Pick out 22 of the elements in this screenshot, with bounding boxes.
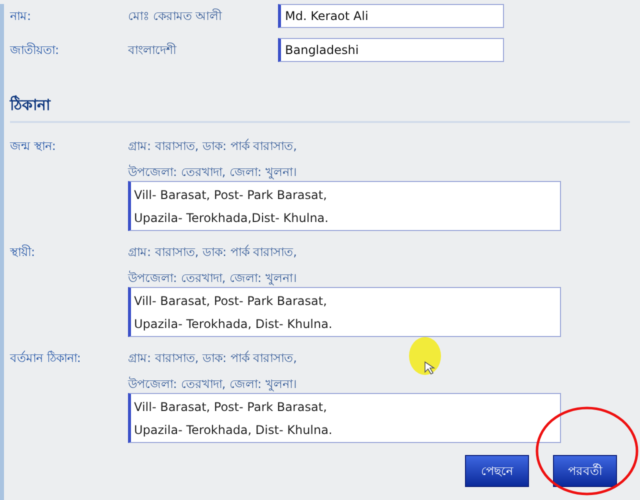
field-label: বর্তমান ঠিকানা: <box>10 350 82 366</box>
back-button[interactable]: পেছনে <box>465 454 529 486</box>
section-heading: ঠিকানা <box>10 96 50 114</box>
field-label: জাতীয়তা: <box>10 42 60 59</box>
field-label: জন্ম স্থান: <box>10 138 57 154</box>
address-line-bengali: গ্রাম: বারাসাত, ডাক: পার্ক বারাসাত, <box>128 138 298 154</box>
address-line-bengali: গ্রাম: বারাসাত, ডাক: পার্ক বারাসাত, <box>128 244 298 260</box>
address-line-bengali: উপজেলা: তেরখাদা, জেলা: খুলনা। <box>128 164 298 180</box>
next-button[interactable]: পরবর্তী <box>553 454 617 486</box>
address-field[interactable]: Vill- Barasat, Post- Park Barasat, Upazila- Terokhada, Dist- Khulna. <box>128 286 561 336</box>
cursor-highlight-drawing <box>409 337 441 375</box>
field-value-bengali: মোঃ কেরামত আলী <box>128 8 224 25</box>
text-field[interactable]: Bangladeshi <box>278 38 504 62</box>
field-label: নাম: <box>10 8 32 25</box>
address-field[interactable]: Vill- Barasat, Post- Park Barasat, Upazila- Terokhada,Dist- Khulna. <box>128 180 561 230</box>
field-label: স্থায়ী: <box>10 244 36 260</box>
address-field[interactable]: Vill- Barasat, Post- Park Barasat, Upazila- Terokhada, Dist- Khulna. <box>128 392 561 442</box>
address-line-bengali: উপজেলা: তেরখাদা, জেলা: খুলনা। <box>128 270 298 286</box>
address-line-bengali: উপজেলা: তেরখাদা, জেলা: খুলনা। <box>128 376 298 392</box>
text-field[interactable]: Md. Keraot Ali <box>278 4 504 28</box>
field-value-bengali: বাংলাদেশী <box>128 42 178 59</box>
address-line-bengali: গ্রাম: বারাসাত, ডাক: পার্ক বারাসাত, <box>128 350 298 366</box>
